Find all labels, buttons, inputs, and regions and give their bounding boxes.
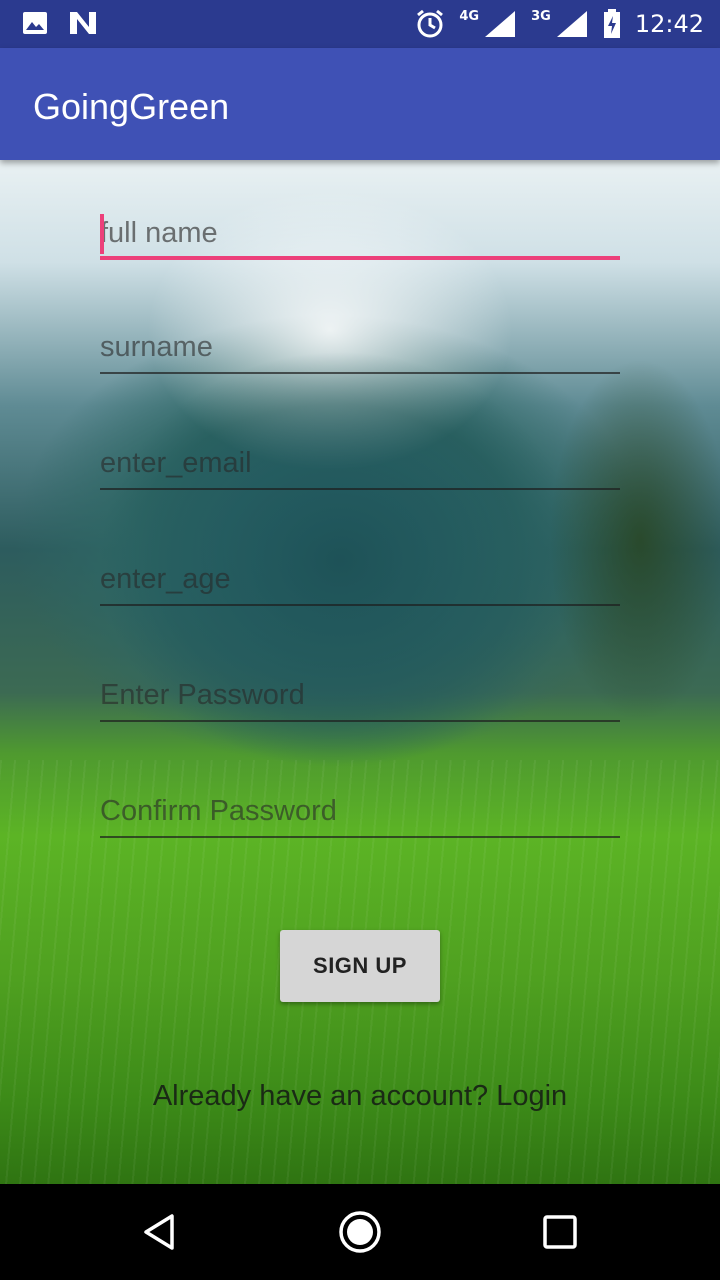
full-name-underline [100, 256, 620, 260]
network-3g-label: 3G [531, 8, 551, 24]
surname-underline [100, 372, 620, 374]
sign-up-button[interactable]: SIGN UP [280, 930, 440, 1002]
password-field[interactable] [100, 662, 620, 722]
surname-field[interactable] [100, 314, 620, 374]
n-notification-icon [70, 12, 96, 34]
image-icon [23, 12, 47, 34]
app-bar: GoingGreen [0, 48, 720, 160]
signal-4g-icon [485, 11, 516, 37]
confirm-password-input[interactable] [100, 778, 620, 834]
back-icon[interactable] [138, 1210, 182, 1254]
navigation-bar [0, 1184, 720, 1280]
recents-icon[interactable] [538, 1210, 582, 1254]
full-name-field[interactable] [100, 200, 620, 260]
email-field[interactable] [100, 430, 620, 490]
status-time: 12:42 [634, 10, 704, 38]
confirm-password-underline [100, 836, 620, 838]
status-bar: 4G 3G 12:42 [0, 0, 720, 48]
age-underline [100, 604, 620, 606]
password-input[interactable] [100, 662, 620, 718]
app-title: GoingGreen [33, 86, 230, 127]
email-input[interactable] [100, 430, 620, 486]
signal-3g-icon [556, 11, 587, 37]
battery-charging-icon [603, 9, 620, 38]
surname-input[interactable] [100, 314, 620, 370]
full-name-input[interactable] [100, 200, 620, 256]
network-4g-label: 4G [459, 8, 480, 24]
signup-form-screen: SIGN UP Already have an account? Login [0, 160, 720, 1184]
password-underline [100, 720, 620, 722]
age-field[interactable] [100, 546, 620, 606]
text-cursor [100, 214, 104, 254]
confirm-password-field[interactable] [100, 778, 620, 838]
home-icon[interactable] [338, 1210, 382, 1254]
login-link[interactable]: Already have an account? Login [0, 1080, 720, 1113]
age-input[interactable] [100, 546, 620, 602]
email-underline [100, 488, 620, 490]
alarm-icon [417, 9, 444, 38]
